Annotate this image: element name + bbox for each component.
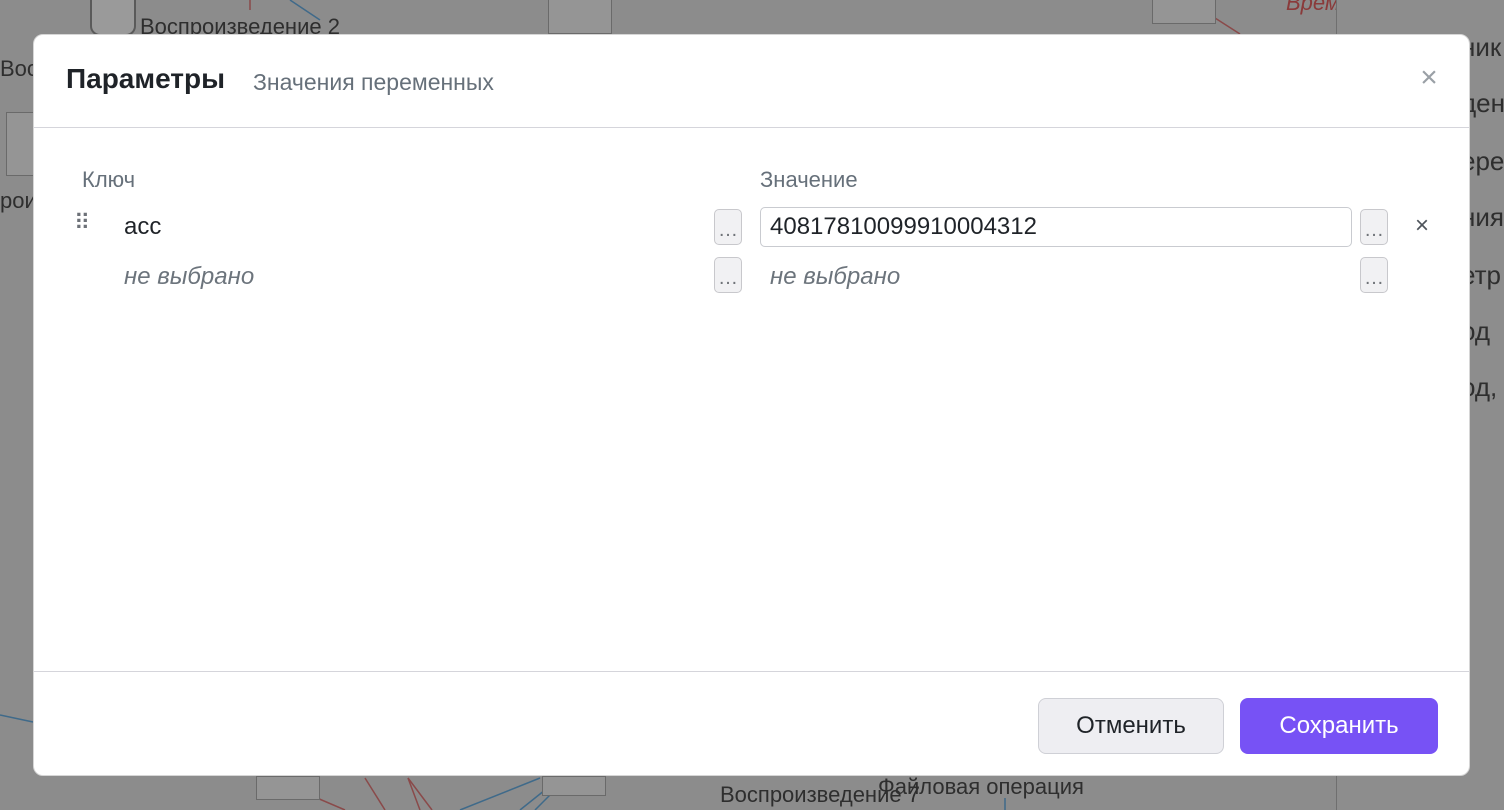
column-header-value: Значение [760, 167, 858, 192]
dialog-header: Параметры Значения переменных × [34, 35, 1469, 128]
modal-overlay[interactable]: Параметры Значения переменных × Ключ Зна… [0, 0, 1504, 810]
param-key-text[interactable]: acc [124, 213, 161, 241]
param-value-placeholder[interactable]: не выбрано [770, 263, 900, 291]
dialog-title: Параметры [66, 63, 226, 94]
remove-row-icon[interactable]: × [1410, 211, 1434, 241]
value-picker-button[interactable]: … [1360, 257, 1388, 293]
drag-handle-icon[interactable]: ⠿ [74, 211, 92, 239]
parameters-dialog: Параметры Значения переменных × Ключ Зна… [33, 34, 1470, 776]
dialog-footer: Отменить Сохранить [34, 671, 1469, 775]
column-header-key: Ключ [82, 167, 136, 192]
dialog-subtitle: Значения переменных [253, 69, 494, 95]
value-picker-button[interactable]: … [1360, 209, 1388, 245]
key-picker-button[interactable]: … [714, 257, 742, 293]
key-picker-button[interactable]: … [714, 209, 742, 245]
param-value-input[interactable] [760, 207, 1352, 247]
param-key-placeholder[interactable]: не выбрано [124, 263, 254, 291]
close-icon[interactable]: × [1414, 63, 1444, 95]
save-button[interactable]: Сохранить [1240, 698, 1438, 754]
cancel-button[interactable]: Отменить [1038, 698, 1224, 754]
